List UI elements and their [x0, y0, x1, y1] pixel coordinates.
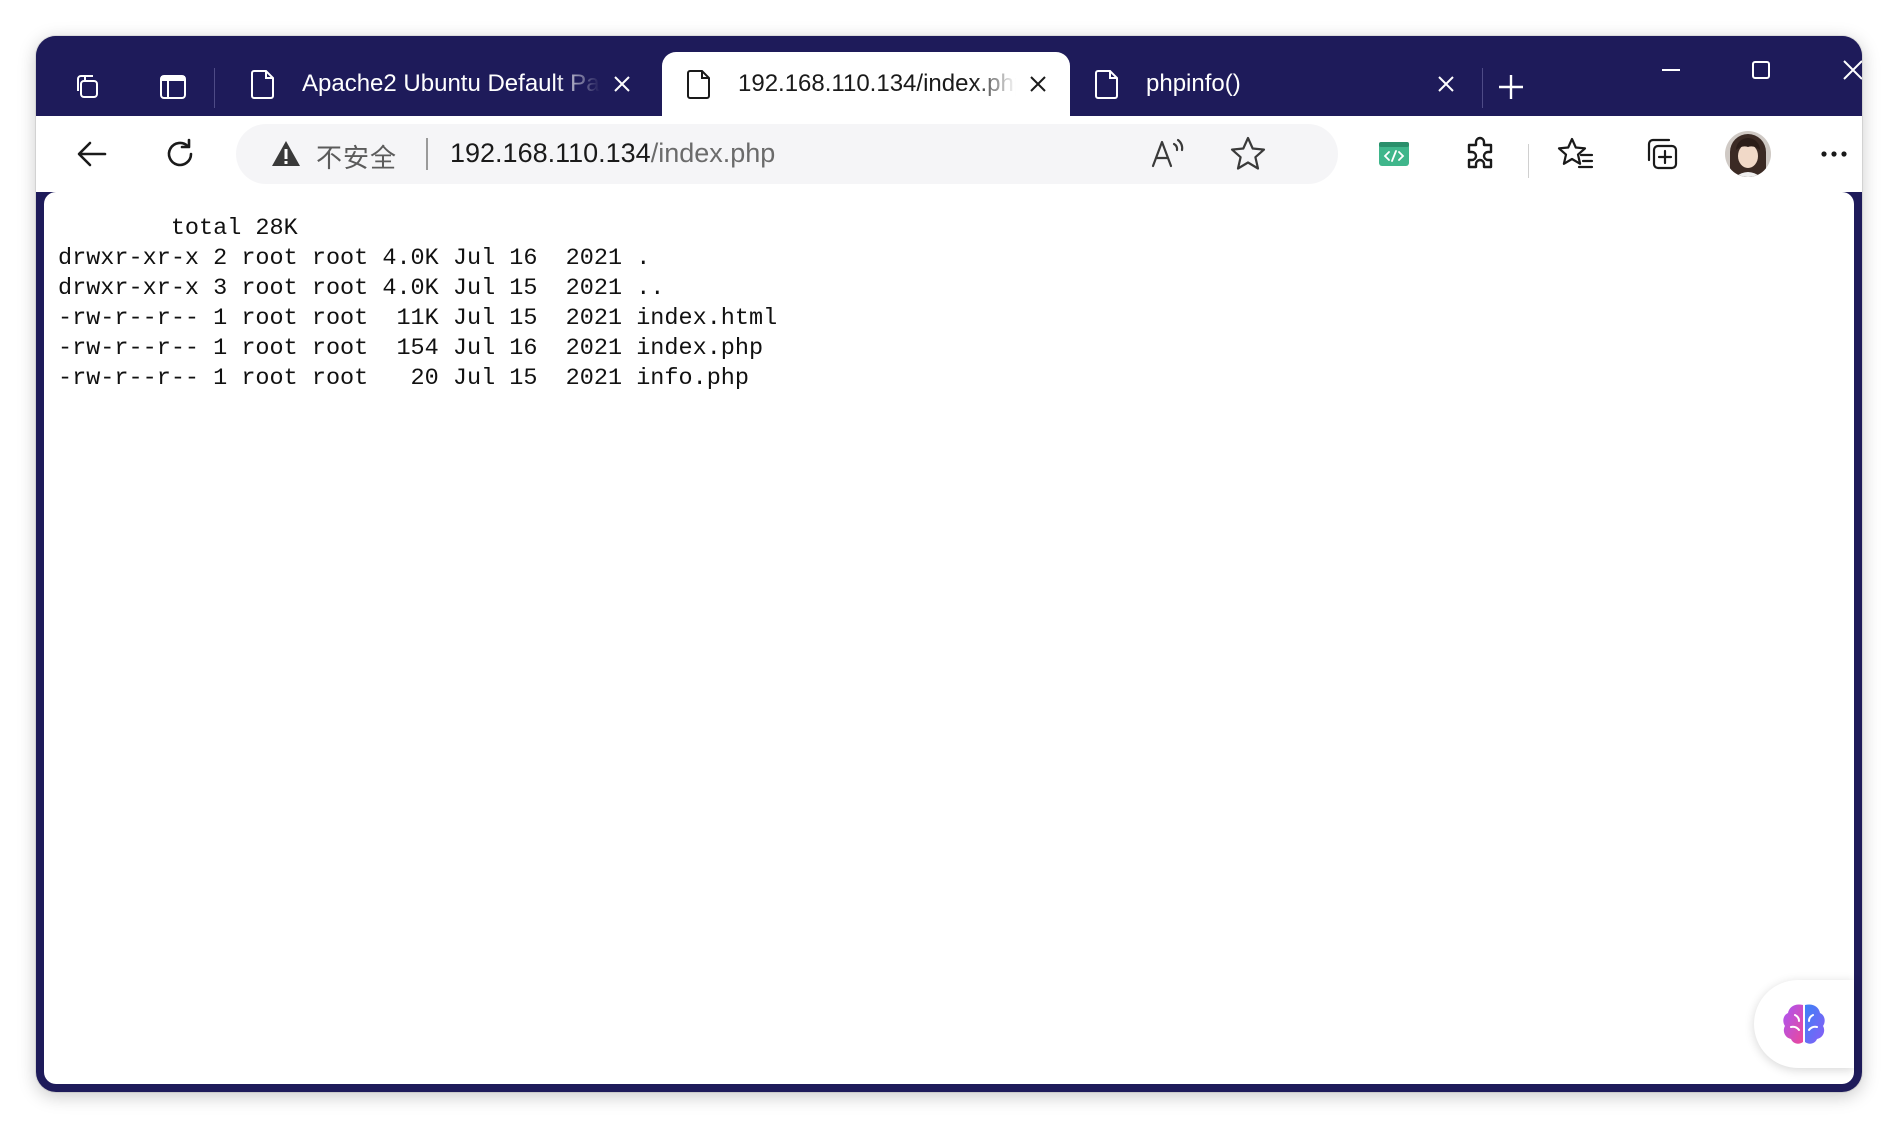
tab-strip-divider — [1482, 68, 1483, 108]
toolbar-divider — [1528, 144, 1529, 178]
url-text[interactable]: 192.168.110.134/index.php — [450, 138, 775, 169]
close-tab-icon[interactable] — [1424, 62, 1468, 106]
security-label[interactable]: 不安全 — [316, 138, 397, 175]
read-aloud-icon[interactable] — [1148, 134, 1188, 174]
listing-row: -rw-r--r-- 1 root root 20 Jul 15 2021 in… — [58, 365, 750, 392]
page-icon — [251, 70, 274, 99]
close-window-icon[interactable] — [1808, 46, 1862, 94]
tab-index-php[interactable]: 192.168.110.134/index.php — [662, 52, 1070, 116]
favorite-star-icon[interactable] — [1228, 134, 1268, 174]
tab-strip-divider — [214, 68, 215, 108]
more-icon[interactable] — [1806, 126, 1862, 182]
minimize-icon[interactable] — [1626, 46, 1716, 94]
address-bar[interactable]: 不安全 192.168.110.134/index.php — [236, 124, 1338, 184]
page-icon — [687, 70, 710, 99]
tab-phpinfo[interactable]: phpinfo() — [1070, 52, 1478, 116]
browser-window: Apache2 Ubuntu Default Page: It works 19… — [36, 36, 1862, 1092]
url-host: 192.168.110.134 — [450, 138, 651, 168]
collections-icon[interactable] — [1634, 126, 1690, 182]
back-icon[interactable] — [64, 126, 120, 182]
close-tab-icon[interactable] — [600, 62, 644, 106]
directory-listing: total 28K drwxr-xr-x 2 root root 4.0K Ju… — [58, 214, 777, 394]
navigation-toolbar: 不安全 192.168.110.134/index.php — [36, 116, 1862, 192]
page-content: total 28K drwxr-xr-x 2 root root 4.0K Ju… — [44, 192, 1854, 1084]
copilot-button[interactable] — [1754, 980, 1854, 1068]
tab-title: phpinfo() — [1146, 70, 1241, 97]
refresh-icon[interactable] — [152, 126, 208, 182]
extensions-icon[interactable] — [1452, 126, 1508, 182]
new-tab-plus-icon[interactable] — [1488, 64, 1534, 110]
profile-avatar[interactable] — [1720, 126, 1776, 182]
address-divider — [426, 138, 428, 170]
dev-tools-extension-icon[interactable] — [1366, 126, 1422, 182]
favorites-icon[interactable] — [1548, 126, 1604, 182]
tab-strip: Apache2 Ubuntu Default Page: It works 19… — [36, 36, 1862, 116]
copilot-brain-icon — [1783, 1004, 1825, 1044]
listing-row: drwxr-xr-x 3 root root 4.0K Jul 15 2021 … — [58, 275, 665, 302]
vertical-tabs-icon[interactable] — [150, 64, 196, 110]
listing-total: total 28K — [58, 215, 298, 242]
tab-title: 192.168.110.134/index.php — [738, 70, 1016, 97]
listing-row: drwxr-xr-x 2 root root 4.0K Jul 16 2021 … — [58, 245, 651, 272]
workspaces-icon[interactable] — [66, 64, 112, 110]
tab-title: Apache2 Ubuntu Default Page: It works — [302, 70, 600, 97]
page-icon — [1095, 70, 1118, 99]
not-secure-warning-icon[interactable] — [270, 138, 302, 170]
maximize-icon[interactable] — [1716, 46, 1806, 94]
url-path: /index.php — [650, 138, 776, 168]
close-tab-icon[interactable] — [1016, 62, 1060, 106]
tab-apache-default[interactable]: Apache2 Ubuntu Default Page: It works — [226, 52, 654, 116]
listing-row: -rw-r--r-- 1 root root 154 Jul 16 2021 i… — [58, 335, 764, 362]
listing-row: -rw-r--r-- 1 root root 11K Jul 15 2021 i… — [58, 305, 778, 332]
